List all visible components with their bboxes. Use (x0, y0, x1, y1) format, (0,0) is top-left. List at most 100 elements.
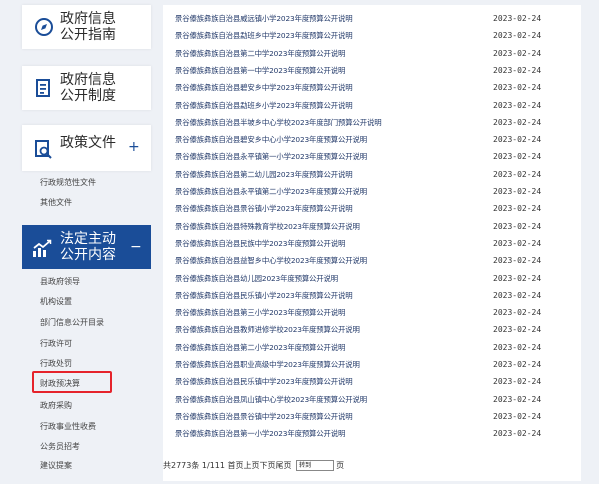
list-item-title[interactable]: 景谷傣族彝族自治县勐班乡中学2023年度预算公开说明 (175, 31, 353, 41)
sidebar-item-admin-license[interactable]: 行政许可 (40, 339, 72, 349)
sidebar-item-fees[interactable]: 行政事业性收费 (40, 422, 96, 432)
list-item-title[interactable]: 景谷傣族彝族自治县永平镇第二小学2023年度预算公开说明 (175, 187, 367, 197)
list-item-date: 2023-02-24 (493, 117, 542, 127)
page-indicator: 1/111 (201, 461, 225, 470)
list-item-date: 2023-02-24 (493, 360, 542, 369)
list-item-date: 2023-02-24 (493, 325, 542, 335)
list-item-title[interactable]: 景谷傣族彝族自治县景谷镇中学2023年度预算公开说明 (175, 412, 353, 422)
list-item-date: 2023-02-24 (493, 65, 542, 75)
list-item[interactable]: 景谷傣族彝族自治县永平镇第一小学2023年度预算公开说明 2023-02-24 (163, 149, 581, 166)
list-item-title[interactable]: 景谷傣族彝族自治县碧安乡中学2023年度预算公开说明 (175, 83, 353, 93)
card-disclosure-system[interactable]: 政府信息 公开制度 (22, 66, 151, 110)
sidebar-item-county-leaders[interactable]: 县政府领导 (40, 277, 80, 287)
card-disclosure-guide[interactable]: 政府信息 公开指南 (22, 5, 151, 49)
list-item-title[interactable]: 景谷傣族彝族自治县第一中学2023年度预算公开说明 (175, 66, 345, 76)
list-item[interactable]: 景谷傣族彝族自治县民乐镇小学2023年度预算公开说明 2023-02-24 (163, 288, 581, 305)
list-item-title[interactable]: 景谷傣族彝族自治县景谷镇小学2023年度预算公开说明 (175, 204, 353, 214)
list-item-title[interactable]: 景谷傣族彝族自治县第一小学2023年度预算公开说明 (175, 429, 345, 439)
list-item-date: 2023-02-24 (493, 411, 542, 421)
list-item-title[interactable]: 景谷傣族彝族自治县民族中学2023年度预算公开说明 (175, 239, 345, 249)
list-item-date: 2023-02-24 (493, 377, 542, 387)
list-item-title[interactable]: 景谷傣族彝族自治县第二幼儿园2023年度预算公开说明 (175, 170, 353, 180)
document-list-icon (34, 78, 54, 98)
list-item-title[interactable]: 景谷傣族彝族自治县益智乡中心学校2023年度预算公开说明 (175, 256, 367, 266)
statutory-title-line2: 公开内容 (60, 247, 116, 263)
sidebar-item-normative-docs[interactable]: 行政规范性文件 (40, 178, 96, 188)
list-item[interactable]: 景谷傣族彝族自治县永平镇第二小学2023年度预算公开说明 2023-02-24 (163, 184, 581, 201)
list-item[interactable]: 景谷傣族彝族自治县教师进修学校2023年度预算公开说明 2023-02-24 (163, 322, 581, 339)
list-item-title[interactable]: 景谷傣族彝族自治县威远镇小学2023年度预算公开说明 (175, 14, 353, 24)
magnifier-document-icon (34, 139, 54, 159)
list-item[interactable]: 景谷傣族彝族自治县碧安乡中学2023年度预算公开说明 2023-02-24 (163, 80, 581, 97)
list-item-date: 2023-02-24 (493, 238, 542, 248)
list-item[interactable]: 景谷傣族彝族自治县第一中学2023年度预算公开说明 2023-02-24 (163, 63, 581, 80)
collapse-minus-icon[interactable]: − (130, 239, 142, 255)
list-item[interactable]: 景谷傣族彝族自治县第二中学2023年度预算公开说明 2023-02-24 (163, 46, 581, 63)
page-nav-links[interactable]: 首页上页下页尾页 (228, 461, 292, 470)
card-statutory-disclosure[interactable]: 法定主动 公开内容 − (22, 225, 151, 269)
list-item-date: 2023-02-24 (493, 221, 542, 231)
list-item-title[interactable]: 景谷傣族彝族自治县教师进修学校2023年度预算公开说明 (175, 325, 360, 335)
list-item-date: 2023-02-24 (493, 31, 542, 41)
list-item[interactable]: 景谷傣族彝族自治县幼儿园2023年度预算公开说明 2023-02-24 (163, 271, 581, 288)
list-item[interactable]: 景谷傣族彝族自治县碧安乡中心小学2023年度预算公开说明 2023-02-24 (163, 132, 581, 149)
list-item-title[interactable]: 景谷傣族彝族自治县民乐镇中学2023年度预算公开说明 (175, 377, 353, 387)
list-item[interactable]: 景谷傣族彝族自治县威远镇小学2023年度预算公开说明 2023-02-24 (163, 11, 581, 28)
list-item-title[interactable]: 景谷傣族彝族自治县特殊教育学校2023年度预算公开说明 (175, 222, 360, 232)
list-item-date: 2023-02-24 (493, 14, 542, 23)
list-item[interactable]: 景谷傣族彝族自治县第一小学2023年度预算公开说明 2023-02-24 (163, 426, 581, 443)
list-item-title[interactable]: 景谷傣族彝族自治县第二中学2023年度预算公开说明 (175, 49, 345, 59)
list-item-title[interactable]: 景谷傣族彝族自治县民乐镇小学2023年度预算公开说明 (175, 291, 353, 301)
list-item-title[interactable]: 景谷傣族彝族自治县第三小学2023年度预算公开说明 (175, 308, 345, 318)
document-list-panel: 景谷傣族彝族自治县威远镇小学2023年度预算公开说明 2023-02-24 景谷傣族… (163, 5, 581, 481)
list-item-title[interactable]: 景谷傣族彝族自治县第二小学2023年度预算公开说明 (175, 343, 345, 353)
list-item[interactable]: 景谷傣族彝族自治县第二小学2023年度预算公开说明 2023-02-24 (163, 340, 581, 357)
list-item[interactable]: 景谷傣族彝族自治县半坡乡中心学校2023年度部门预算公开说明 2023-02-24 (163, 115, 581, 132)
list-item[interactable]: 景谷傣族彝族自治县职业高级中学2023年度预算公开说明 2023-02-24 (163, 357, 581, 374)
sidebar-item-civil-exam[interactable]: 公务员招考 (40, 442, 80, 452)
list-item[interactable]: 景谷傣族彝族自治县民族中学2023年度预算公开说明 2023-02-24 (163, 236, 581, 253)
list-item-date: 2023-02-24 (493, 204, 542, 214)
list-item-date: 2023-02-24 (493, 394, 542, 404)
list-item[interactable]: 景谷傣族彝族自治县景谷镇中学2023年度预算公开说明 2023-02-24 (163, 409, 581, 426)
list-item-date: 2023-02-24 (493, 187, 542, 196)
page-unit: 页 (336, 461, 345, 470)
statutory-title-line1: 法定主动 (60, 231, 116, 247)
list-item[interactable]: 景谷傣族彝族自治县景谷镇小学2023年度预算公开说明 2023-02-24 (163, 201, 581, 218)
list-item-date: 2023-02-24 (493, 342, 542, 352)
list-item-title[interactable]: 景谷傣族彝族自治县勐班乡小学2023年度预算公开说明 (175, 101, 353, 111)
list-item-title[interactable]: 景谷傣族彝族自治县半坡乡中心学校2023年度部门预算公开说明 (175, 118, 382, 128)
list-item[interactable]: 景谷傣族彝族自治县益智乡中心学校2023年度预算公开说明 2023-02-24 (163, 253, 581, 270)
sidebar-item-organization[interactable]: 机构设置 (40, 297, 72, 307)
system-title-line2: 公开制度 (60, 88, 116, 104)
sidebar-item-dept-catalog[interactable]: 部门信息公开目录 (40, 318, 104, 328)
list-item-title[interactable]: 景谷傣族彝族自治县永平镇第一小学2023年度预算公开说明 (175, 152, 367, 162)
list-item[interactable]: 景谷傣族彝族自治县民乐镇中学2023年度预算公开说明 2023-02-24 (163, 374, 581, 391)
total-count: 共2773条 (163, 461, 200, 470)
list-item-date: 2023-02-24 (493, 273, 542, 283)
list-item[interactable]: 景谷傣族彝族自治县凤山镇中心学校2023年度预算公开说明 2023-02-24 (163, 392, 581, 409)
list-item[interactable]: 景谷傣族彝族自治县第三小学2023年度预算公开说明 2023-02-24 (163, 305, 581, 322)
list-item-date: 2023-02-24 (493, 48, 542, 58)
sidebar-item-proposals[interactable]: 建议提案 (40, 461, 72, 471)
compass-icon (34, 17, 54, 37)
list-item-title[interactable]: 景谷傣族彝族自治县凤山镇中心学校2023年度预算公开说明 (175, 395, 367, 405)
list-item[interactable]: 景谷傣族彝族自治县第二幼儿园2023年度预算公开说明 2023-02-24 (163, 167, 581, 184)
goto-page-input[interactable]: 转到 (296, 460, 335, 471)
list-item-date: 2023-02-24 (493, 169, 542, 179)
list-item-title[interactable]: 景谷傣族彝族自治县碧安乡中心小学2023年度预算公开说明 (175, 135, 367, 145)
sidebar-item-admin-penalty[interactable]: 行政处罚 (40, 359, 72, 369)
list-item-date: 2023-02-24 (493, 256, 542, 266)
expand-plus-icon[interactable]: + (128, 139, 140, 155)
list-item-date: 2023-02-24 (493, 429, 542, 439)
list-item[interactable]: 景谷傣族彝族自治县特殊教育学校2023年度预算公开说明 2023-02-24 (163, 219, 581, 236)
sidebar-item-procurement[interactable]: 政府采购 (40, 401, 72, 411)
list-item-date: 2023-02-24 (493, 308, 542, 318)
list-item[interactable]: 景谷傣族彝族自治县勐班乡中学2023年度预算公开说明 2023-02-24 (163, 28, 581, 45)
sidebar-item-other-docs[interactable]: 其他文件 (40, 198, 72, 208)
card-policy-documents[interactable]: 政策文件 + (22, 125, 151, 171)
list-item-date: 2023-02-24 (493, 152, 542, 162)
list-item-title[interactable]: 景谷傣族彝族自治县幼儿园2023年度预算公开说明 (175, 274, 338, 284)
list-item-title[interactable]: 景谷傣族彝族自治县职业高级中学2023年度预算公开说明 (175, 360, 360, 370)
list-item[interactable]: 景谷傣族彝族自治县勐班乡小学2023年度预算公开说明 2023-02-24 (163, 98, 581, 115)
